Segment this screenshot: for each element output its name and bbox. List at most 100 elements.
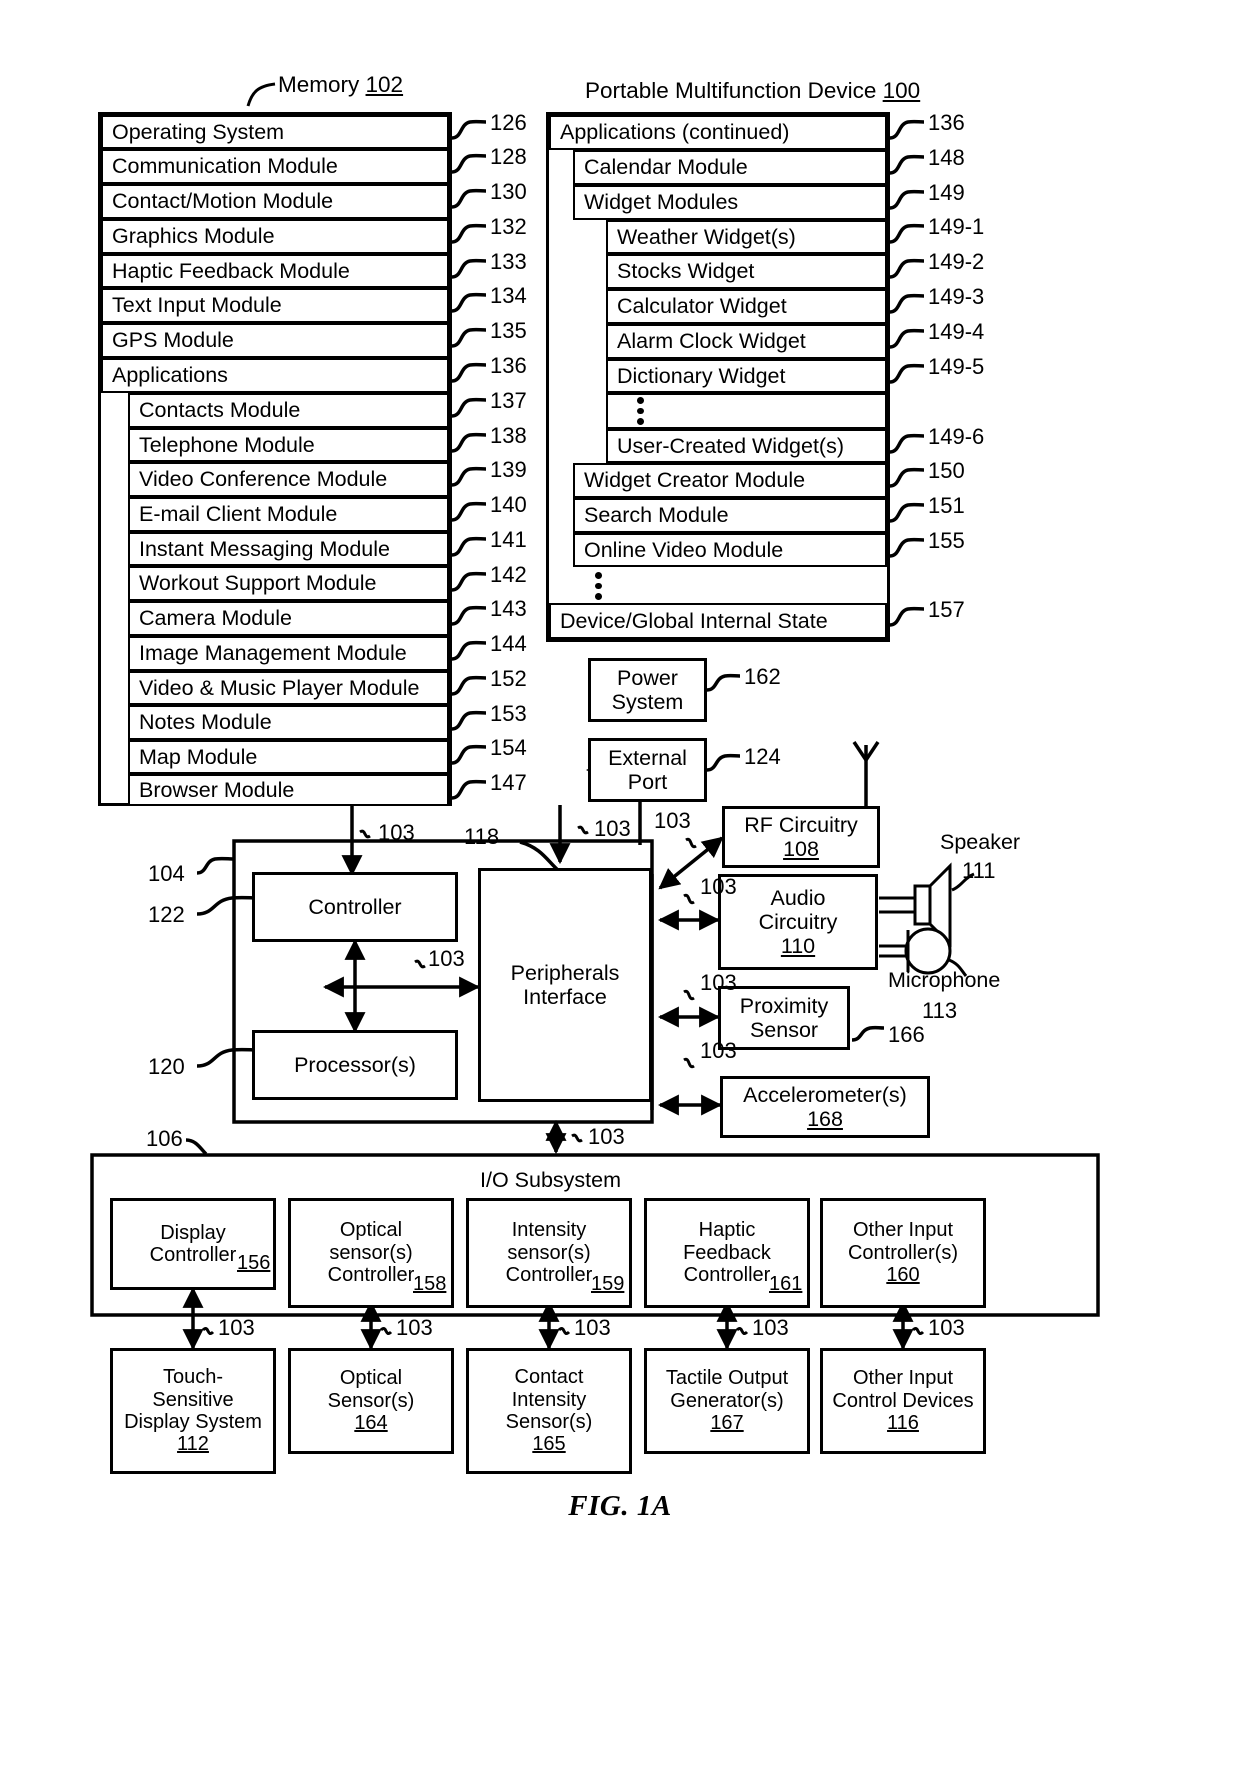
other-input-control-devices-block[interactable]: Other Input Control Devices 116 <box>820 1348 986 1454</box>
peripherals-interface-block[interactable]: Peripherals Interface <box>478 868 652 1102</box>
device-row-user-created-widgets[interactable]: User-Created Widget(s) <box>606 429 887 463</box>
bus-label-peripherals-to-io: 103 <box>588 1124 625 1149</box>
ref-157: 157 <box>928 597 965 622</box>
memory-row-browser-module[interactable]: Browser Module <box>128 774 449 806</box>
memory-row-haptic-feedback-module[interactable]: Haptic Feedback Module <box>101 254 449 288</box>
widget-ellipsis-dots <box>634 397 646 426</box>
ref-149-2: 149-2 <box>928 249 985 274</box>
tactile-output-generators-block[interactable]: Tactile Output Generator(s) 167 <box>644 1348 810 1454</box>
ref-162: 162 <box>744 664 781 689</box>
memory-row-video-music-player-module[interactable]: Video & Music Player Module <box>128 671 449 705</box>
audio-circuitry-block[interactable]: Audio Circuitry 110 <box>718 874 878 970</box>
audio-circuitry-ref: 110 <box>780 934 816 959</box>
intensity-sensor-controller-label: Intensity sensor(s) Controller <box>505 1219 593 1287</box>
memory-row-contacts-module[interactable]: Contacts Module <box>128 393 449 428</box>
device-row-widget-creator-module[interactable]: Widget Creator Module <box>573 463 887 498</box>
io-subsystem-title: I/O Subsystem <box>480 1168 621 1192</box>
optical-sensors-ref: 164 <box>354 1412 388 1435</box>
other-input-control-devices-ref: 116 <box>887 1412 919 1435</box>
contact-intensity-sensors-label: Contact Intensity Sensor(s) <box>505 1366 593 1433</box>
ref-124: 124 <box>744 744 781 769</box>
bus-label-port-to-peripherals: 103 <box>594 816 631 841</box>
memory-row-contact-motion-module[interactable]: Contact/Motion Module <box>101 184 449 219</box>
memory-row-notes-module[interactable]: Notes Module <box>128 705 449 740</box>
bus-label-peripherals-to-accel: 103 <box>700 1038 737 1063</box>
ref-139: 139 <box>490 457 527 482</box>
memory-row-email-client-module[interactable]: E-mail Client Module <box>128 497 449 532</box>
memory-row-text-input-module[interactable]: Text Input Module <box>101 288 449 323</box>
io-bus-label-2: 103 <box>574 1315 611 1340</box>
device-row-weather-widget[interactable]: Weather Widget(s) <box>606 220 887 254</box>
io-bus-label-3: 103 <box>752 1315 789 1340</box>
rf-circuitry-ref: 108 <box>783 837 819 861</box>
memory-row-instant-messaging-module[interactable]: Instant Messaging Module <box>128 532 449 566</box>
device-row-dictionary-widget[interactable]: Dictionary Widget <box>606 359 887 393</box>
touch-sensitive-display-system-block[interactable]: Touch- Sensitive Display System 112 <box>110 1348 276 1474</box>
memory-row-image-management-module[interactable]: Image Management Module <box>128 636 449 671</box>
controller-block[interactable]: Controller <box>252 872 458 942</box>
optical-sensors-block[interactable]: Optical Sensor(s) 164 <box>288 1348 454 1454</box>
ref-120: 120 <box>148 1054 185 1079</box>
proximity-sensor-block[interactable]: Proximity Sensor <box>718 986 850 1050</box>
memory-row-camera-module[interactable]: Camera Module <box>128 601 449 636</box>
memory-row-workout-support-module[interactable]: Workout Support Module <box>128 566 449 601</box>
other-input-controller-block[interactable]: Other Input Controller(s) 160 <box>820 1198 986 1308</box>
accelerometer-block[interactable]: Accelerometer(s) 168 <box>720 1076 930 1138</box>
memory-row-graphics-module[interactable]: Graphics Module <box>101 219 449 254</box>
optical-sensors-label: Optical Sensor(s) <box>327 1367 415 1412</box>
device-row-widget-modules[interactable]: Widget Modules <box>573 185 887 220</box>
contact-intensity-sensors-block[interactable]: Contact Intensity Sensor(s) 165 <box>466 1348 632 1474</box>
ref-149-6: 149-6 <box>928 424 985 449</box>
io-bus-label-1: 103 <box>396 1315 433 1340</box>
proximity-sensor-label: Proximity Sensor <box>739 993 829 1042</box>
microphone-label: Microphone <box>888 968 1001 992</box>
device-row-device-global-internal-state[interactable]: Device/Global Internal State <box>549 603 887 639</box>
processor-block[interactable]: Processor(s) <box>252 1030 458 1100</box>
ref-136-right: 136 <box>928 110 965 135</box>
rf-circuitry-block[interactable]: RF Circuitry 108 <box>722 806 880 868</box>
ref-155: 155 <box>928 528 965 553</box>
rf-circuitry-label: RF Circuitry <box>744 812 858 837</box>
device-title-ref: 100 <box>882 78 921 103</box>
external-port-label: External Port <box>608 745 687 794</box>
applications-ellipsis-dots <box>592 572 604 601</box>
tactile-output-generators-ref: 167 <box>710 1412 744 1435</box>
ref-132: 132 <box>490 214 527 239</box>
external-port-block[interactable]: External Port <box>588 738 707 802</box>
accelerometer-ref: 168 <box>807 1107 843 1131</box>
speaker-label: Speaker <box>940 830 1021 854</box>
bus-label-controller-to-peripherals: 103 <box>428 946 465 971</box>
memory-row-communication-module[interactable]: Communication Module <box>101 149 449 184</box>
ref-149-4: 149-4 <box>928 319 985 344</box>
haptic-feedback-controller-label: Haptic Feedback Controller <box>683 1219 771 1287</box>
memory-row-video-conference-module[interactable]: Video Conference Module <box>128 462 449 497</box>
io-bus-label-0: 103 <box>218 1315 255 1340</box>
ref-111: 111 <box>962 858 996 883</box>
memory-row-map-module[interactable]: Map Module <box>128 740 449 774</box>
device-row-stocks-widget[interactable]: Stocks Widget <box>606 254 887 289</box>
ref-149: 149 <box>928 180 965 205</box>
power-system-block[interactable]: Power System <box>588 658 707 722</box>
ref-130: 130 <box>490 179 527 204</box>
device-row-calendar-module[interactable]: Calendar Module <box>573 150 887 185</box>
memory-row-applications[interactable]: Applications <box>101 358 449 393</box>
ref-154: 154 <box>490 735 527 760</box>
display-controller-block[interactable]: Display Controller <box>110 1198 276 1290</box>
intensity-sensor-controller-ref: 159 <box>591 1273 625 1295</box>
memory-row-gps-module[interactable]: GPS Module <box>101 323 449 358</box>
audio-circuitry-label: Audio Circuitry <box>758 885 838 934</box>
device-row-alarm-clock-widget[interactable]: Alarm Clock Widget <box>606 324 887 359</box>
device-row-online-video-module[interactable]: Online Video Module <box>573 533 887 567</box>
device-row-calculator-widget[interactable]: Calculator Widget <box>606 289 887 324</box>
ref-128: 128 <box>490 144 527 169</box>
ref-149-5: 149-5 <box>928 354 985 379</box>
device-title: Portable Multifunction Device 100 <box>585 78 920 104</box>
ref-138: 138 <box>490 423 527 448</box>
memory-row-operating-system[interactable]: Operating System <box>101 115 449 149</box>
memory-row-telephone-module[interactable]: Telephone Module <box>128 428 449 462</box>
device-row-search-module[interactable]: Search Module <box>573 498 887 533</box>
accelerometer-label: Accelerometer(s) <box>743 1082 907 1107</box>
bus-label-memory-to-controller: 103 <box>378 820 415 845</box>
ref-150: 150 <box>928 458 965 483</box>
device-row-applications-continued[interactable]: Applications (continued) <box>549 115 887 150</box>
